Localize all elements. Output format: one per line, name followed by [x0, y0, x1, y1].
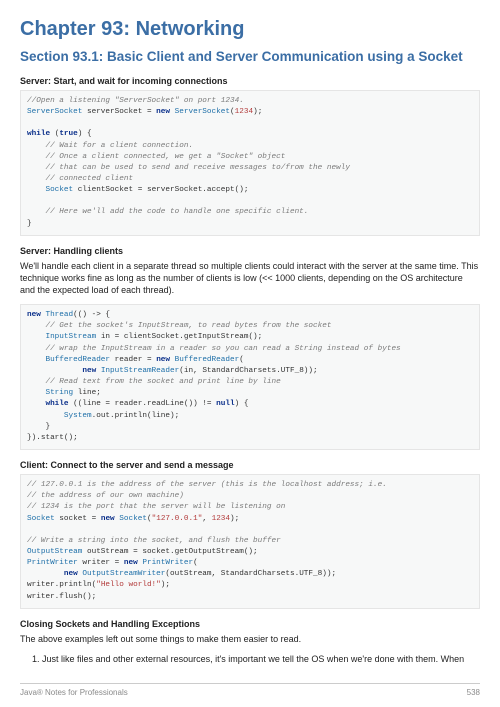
code-text: clientSocket = serverSocket.accept(); — [73, 186, 248, 194]
code-comment: // 1234 is the port that the server will… — [27, 503, 285, 511]
code-text: ) { — [235, 400, 249, 408]
list-item: Just like files and other external resou… — [42, 653, 480, 665]
code-text: ( — [50, 130, 59, 138]
code-keyword: new — [82, 367, 96, 375]
code-text — [27, 400, 45, 408]
code-text: in = clientSocket.getInputStream(); — [96, 333, 262, 341]
subhead-client-connect: Client: Connect to the server and send a… — [20, 460, 480, 470]
code-type: ServerSocket — [27, 108, 82, 116]
code-string: "127.0.0.1" — [152, 515, 203, 523]
code-comment: // Here we'll add the code to handle one… — [27, 208, 308, 216]
code-keyword: new — [124, 559, 138, 567]
code-keyword: new — [27, 311, 41, 319]
code-type: ServerSocket — [170, 108, 230, 116]
section-title: Section 93.1: Basic Client and Server Co… — [20, 49, 480, 66]
code-keyword: new — [156, 108, 170, 116]
code-text: ((line = reader.readLine()) != — [69, 400, 217, 408]
code-block-2: new Thread(() -> { // Get the socket's I… — [20, 304, 480, 450]
footer-title: Java® Notes for Professionals — [20, 688, 128, 697]
code-text: ( — [239, 356, 244, 364]
code-comment: // that can be used to send and receive … — [27, 164, 350, 172]
code-text — [27, 356, 45, 364]
code-text: .out.println(line); — [92, 412, 180, 420]
code-text: ( — [193, 559, 198, 567]
code-type: Socket — [45, 186, 73, 194]
code-text — [27, 412, 64, 420]
subhead-closing-sockets: Closing Sockets and Handling Exceptions — [20, 619, 480, 629]
code-type: PrintWriter — [27, 559, 78, 567]
code-type: OutputStreamWriter — [78, 570, 166, 578]
code-comment: // 127.0.0.1 is the address of the serve… — [27, 481, 387, 489]
code-type: Socket — [115, 515, 147, 523]
code-text — [27, 570, 64, 578]
code-text: (outStream, StandardCharsets.UTF_8)); — [165, 570, 336, 578]
code-text: }).start(); — [27, 434, 78, 442]
code-type: InputStream — [45, 333, 96, 341]
code-text: ); — [230, 515, 239, 523]
code-keyword: new — [64, 570, 78, 578]
code-text — [27, 389, 45, 397]
code-text — [27, 333, 45, 341]
code-comment: // Once a client connected, we get a "So… — [27, 153, 285, 161]
code-text: reader = — [110, 356, 156, 364]
code-text: serverSocket = — [82, 108, 156, 116]
code-text: } — [27, 423, 50, 431]
code-text: outStream = socket.getOutputStream(); — [82, 548, 257, 556]
code-comment: //Open a listening "ServerSocket" on por… — [27, 97, 244, 105]
chapter-title: Chapter 93: Networking — [20, 18, 480, 41]
code-keyword: while — [27, 130, 50, 138]
footer-page-number: 538 — [467, 688, 480, 697]
code-comment: // Wait for a client connection. — [27, 142, 193, 150]
code-type: Thread — [41, 311, 73, 319]
page-footer: Java® Notes for Professionals 538 — [20, 683, 480, 697]
code-text — [27, 367, 82, 375]
code-text: ); — [253, 108, 262, 116]
code-text: , — [202, 515, 211, 523]
code-text: socket = — [55, 515, 101, 523]
code-text: writer = — [78, 559, 124, 567]
code-number: 1234 — [212, 515, 230, 523]
code-comment: // Get the socket's InputStream, to read… — [27, 322, 331, 330]
code-keyword: true — [59, 130, 77, 138]
code-keyword: while — [45, 400, 68, 408]
code-comment: // connected client — [27, 175, 133, 183]
paragraph-closing: The above examples left out some things … — [20, 633, 480, 645]
code-text: ) { — [78, 130, 92, 138]
code-keyword: null — [216, 400, 234, 408]
code-type: BufferedReader — [170, 356, 239, 364]
code-type: InputStreamReader — [96, 367, 179, 375]
code-number: 1234 — [235, 108, 253, 116]
code-keyword: new — [101, 515, 115, 523]
numbered-list: Just like files and other external resou… — [20, 653, 480, 665]
code-text: writer.println( — [27, 581, 96, 589]
code-block-3: // 127.0.0.1 is the address of the serve… — [20, 474, 480, 609]
code-text: (in, StandardCharsets.UTF_8)); — [179, 367, 317, 375]
code-comment: // wrap the InputStream in a reader so y… — [27, 345, 401, 353]
code-type: OutputStream — [27, 548, 82, 556]
code-type: Socket — [27, 515, 55, 523]
code-keyword: new — [156, 356, 170, 364]
code-text: ); — [161, 581, 170, 589]
code-text: writer.flush(); — [27, 593, 96, 601]
code-text: (() -> { — [73, 311, 110, 319]
subhead-server-start: Server: Start, and wait for incoming con… — [20, 76, 480, 86]
code-string: "Hello world!" — [96, 581, 161, 589]
code-block-1: //Open a listening "ServerSocket" on por… — [20, 90, 480, 236]
code-comment: // the address of our own machine) — [27, 492, 184, 500]
code-text: line; — [73, 389, 101, 397]
code-text — [27, 186, 45, 194]
code-text: } — [27, 220, 32, 228]
code-type: PrintWriter — [138, 559, 193, 567]
code-type: BufferedReader — [45, 356, 110, 364]
code-type: String — [45, 389, 73, 397]
code-type: System — [64, 412, 92, 420]
code-comment: // Write a string into the socket, and f… — [27, 537, 281, 545]
paragraph-handling-clients: We'll handle each client in a separate t… — [20, 260, 480, 296]
subhead-handling-clients: Server: Handling clients — [20, 246, 480, 256]
code-comment: // Read text from the socket and print l… — [27, 378, 281, 386]
